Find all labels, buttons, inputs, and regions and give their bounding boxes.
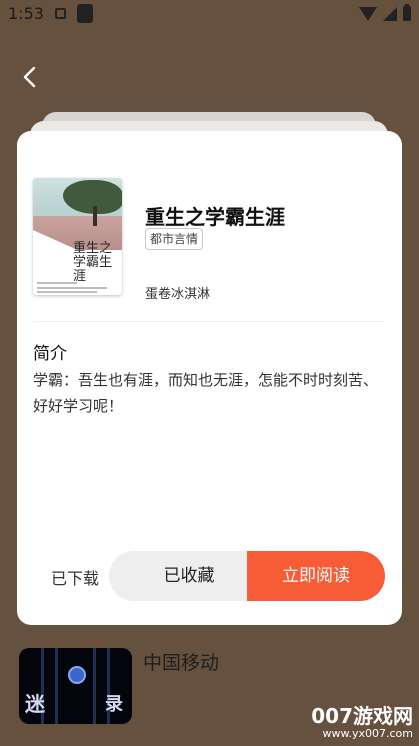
cover-title: 重生之学霸生涯 xyxy=(73,241,113,284)
status-bar: 1:53 xyxy=(0,0,419,28)
watermark: 007游戏网 www.yx007.com xyxy=(311,700,413,740)
book-author[interactable]: 蛋卷冰淇淋 xyxy=(145,283,210,302)
watermark-url: www.yx007.com xyxy=(322,727,413,740)
ad-title[interactable]: 中国移动 xyxy=(143,648,219,675)
intro-text: 学霸：吾生也有涯，而知也无涯，怎能不时时刻苦、好好学习呢！ xyxy=(33,371,379,415)
wifi-icon xyxy=(359,6,377,21)
book-cover[interactable]: 重生之学霸生涯 xyxy=(33,178,122,295)
collect-button[interactable]: 已收藏 xyxy=(109,551,269,601)
status-time: 1:53 xyxy=(8,4,44,23)
downloaded-status[interactable]: 已下载 xyxy=(51,565,99,589)
read-now-button[interactable]: 立即阅读 xyxy=(247,551,385,601)
battery-icon xyxy=(403,4,411,21)
divider xyxy=(33,321,384,322)
ad-logo-icon xyxy=(68,666,86,684)
intro-heading: 简介 xyxy=(33,344,67,364)
signal-icon xyxy=(383,6,397,21)
cover-trunk xyxy=(93,206,97,226)
cover-text-line xyxy=(37,291,97,293)
chevron-left-icon xyxy=(23,66,36,88)
back-button[interactable] xyxy=(16,63,44,91)
ad-decor-glyph: 迷 xyxy=(25,692,45,716)
watermark-brand: 007游戏网 xyxy=(311,704,413,728)
genre-badge[interactable]: 都市言情 xyxy=(145,228,204,250)
ad-decor-glyph: 录 xyxy=(105,694,123,715)
status-icons xyxy=(359,4,411,21)
notification-icon xyxy=(55,8,66,19)
cover-text-line xyxy=(37,282,77,284)
book-detail-card: 重生之学霸生涯 重生之学霸生涯 都市言情 蛋卷冰淇淋 简介 学霸：吾生也有涯，而… xyxy=(17,131,402,625)
app-notification-icon xyxy=(77,4,93,23)
ad-film-strip xyxy=(55,648,58,724)
cover-text-line xyxy=(37,287,107,289)
book-title: 重生之学霸生涯 xyxy=(145,205,285,229)
ad-thumbnail[interactable]: 迷 录 xyxy=(19,648,132,724)
ad-film-strip xyxy=(93,648,96,724)
